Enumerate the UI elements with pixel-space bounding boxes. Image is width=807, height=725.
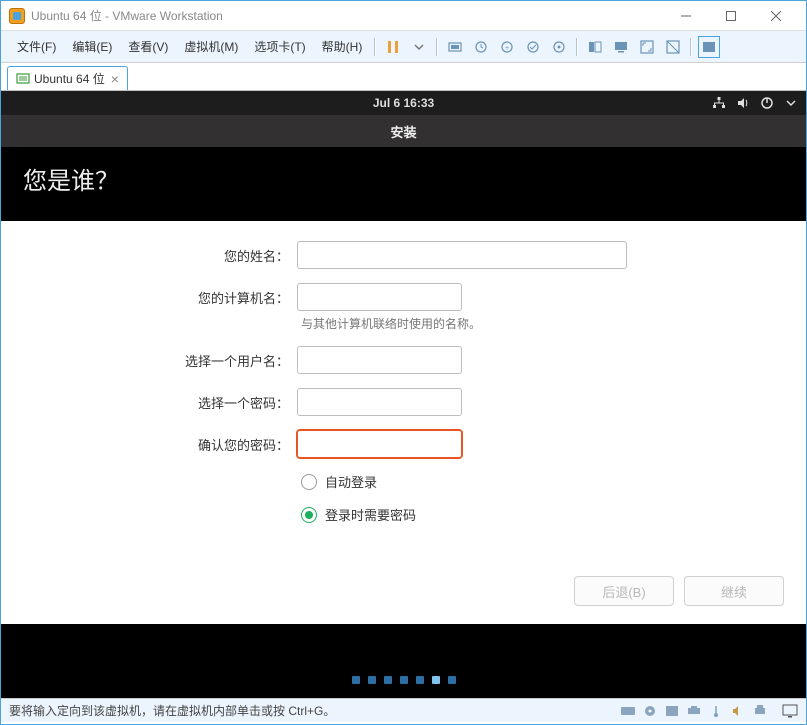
display-icon[interactable] xyxy=(782,704,798,718)
status-device-icons xyxy=(620,704,798,718)
computer-input[interactable] xyxy=(297,283,462,311)
require-password-label: 登录时需要密码 xyxy=(325,505,416,524)
progress-dot xyxy=(384,676,392,684)
menu-vm[interactable]: 虚拟机(M) xyxy=(176,34,246,59)
tab-strip: Ubuntu 64 位 × xyxy=(1,63,806,91)
vm-viewport[interactable]: Jul 6 16:33 安装 您是谁？ 您的姓名： 您的计算机名： 与其他计算机… xyxy=(1,91,806,698)
close-button[interactable] xyxy=(753,2,798,30)
sound-icon[interactable] xyxy=(730,704,746,718)
password-label: 选择一个密码： xyxy=(1,393,297,412)
row-confirm: 确认您的密码： xyxy=(1,430,806,458)
back-button[interactable]: 后退(B) xyxy=(574,576,674,606)
confirm-label: 确认您的密码： xyxy=(1,435,297,454)
view-console-icon[interactable] xyxy=(610,36,632,58)
progress-dot-current xyxy=(432,676,440,684)
system-tray[interactable] xyxy=(712,91,798,115)
name-label: 您的姓名： xyxy=(1,246,297,265)
snapshot-take-icon[interactable]: + xyxy=(496,36,518,58)
fullscreen-icon[interactable] xyxy=(636,36,658,58)
vm-tab-icon xyxy=(16,72,30,86)
auto-login-option[interactable]: 自动登录 xyxy=(301,472,806,491)
disk-icon[interactable] xyxy=(620,704,636,718)
radio-unchecked-icon[interactable] xyxy=(301,474,317,490)
progress-dot xyxy=(448,676,456,684)
vmware-app-icon xyxy=(9,8,25,24)
window-title: Ubuntu 64 位 - VMware Workstation xyxy=(31,7,663,24)
username-input[interactable] xyxy=(297,346,462,374)
status-bar: 要将输入定向到该虚拟机，请在虚拟机内部单击或按 Ctrl+G。 xyxy=(1,698,806,722)
toolbar-separator xyxy=(436,38,438,56)
row-name: 您的姓名： xyxy=(1,241,806,269)
pause-icon[interactable] xyxy=(382,36,404,58)
progress-dots xyxy=(1,676,806,684)
volume-icon[interactable] xyxy=(736,96,750,110)
menu-file[interactable]: 文件(F) xyxy=(9,34,64,59)
radio-checked-icon[interactable] xyxy=(301,507,317,523)
vm-tab[interactable]: Ubuntu 64 位 × xyxy=(7,66,128,90)
dropdown-icon[interactable] xyxy=(408,36,430,58)
send-keys-icon[interactable] xyxy=(444,36,466,58)
svg-text:+: + xyxy=(505,45,509,52)
computer-help-text: 与其他计算机联络时使用的名称。 xyxy=(301,315,806,332)
menu-help[interactable]: 帮助(H) xyxy=(314,34,371,59)
nav-buttons: 后退(B) 继续 xyxy=(574,576,784,606)
name-input[interactable] xyxy=(297,241,627,269)
status-text: 要将输入定向到该虚拟机，请在虚拟机内部单击或按 Ctrl+G。 xyxy=(9,702,335,719)
snapshot-icon[interactable] xyxy=(470,36,492,58)
row-username: 选择一个用户名： xyxy=(1,346,806,374)
require-password-option[interactable]: 登录时需要密码 xyxy=(301,505,806,524)
form-area: 您的姓名： 您的计算机名： 与其他计算机联络时使用的名称。 选择一个用户名： 选… xyxy=(1,221,806,624)
clock-text: Jul 6 16:33 xyxy=(373,96,434,110)
menu-tabs[interactable]: 选项卡(T) xyxy=(246,34,313,59)
menu-view[interactable]: 查看(V) xyxy=(120,34,176,59)
tab-close-icon[interactable]: × xyxy=(111,72,119,86)
confirm-password-input[interactable] xyxy=(297,430,462,458)
stretch-icon[interactable] xyxy=(698,36,720,58)
snapshot-manager-icon[interactable] xyxy=(548,36,570,58)
chevron-down-icon[interactable] xyxy=(784,96,798,110)
window-titlebar: Ubuntu 64 位 - VMware Workstation xyxy=(1,1,806,31)
page-heading: 您是谁？ xyxy=(23,161,119,196)
progress-dot xyxy=(352,676,360,684)
network-adapter-icon[interactable] xyxy=(686,704,702,718)
installer-header: 安装 xyxy=(1,115,806,147)
auto-login-label: 自动登录 xyxy=(325,472,377,491)
installer-title: 安装 xyxy=(390,122,416,141)
username-label: 选择一个用户名： xyxy=(1,351,297,370)
menu-edit[interactable]: 编辑(E) xyxy=(64,34,120,59)
network-icon[interactable] xyxy=(712,96,726,110)
row-computer: 您的计算机名： xyxy=(1,283,806,311)
row-password: 选择一个密码： xyxy=(1,388,806,416)
password-input[interactable] xyxy=(297,388,462,416)
progress-dot xyxy=(400,676,408,684)
ubuntu-top-bar: Jul 6 16:33 xyxy=(1,91,806,115)
toolbar-separator xyxy=(576,38,578,56)
toolbar-separator xyxy=(690,38,692,56)
maximize-button[interactable] xyxy=(708,2,753,30)
continue-button[interactable]: 继续 xyxy=(684,576,784,606)
toolbar-separator xyxy=(374,38,376,56)
snapshot-revert-icon[interactable] xyxy=(522,36,544,58)
power-icon[interactable] xyxy=(760,96,774,110)
menubar: 文件(F) 编辑(E) 查看(V) 虚拟机(M) 选项卡(T) 帮助(H) + xyxy=(1,31,806,63)
printer-icon[interactable] xyxy=(752,704,768,718)
floppy-icon[interactable] xyxy=(664,704,680,718)
computer-label: 您的计算机名： xyxy=(1,288,297,307)
vm-tab-label: Ubuntu 64 位 xyxy=(34,70,105,87)
unity-icon[interactable] xyxy=(662,36,684,58)
progress-dot xyxy=(368,676,376,684)
progress-dot xyxy=(416,676,424,684)
minimize-button[interactable] xyxy=(663,2,708,30)
cd-icon[interactable] xyxy=(642,704,658,718)
usb-icon[interactable] xyxy=(708,704,724,718)
view-single-icon[interactable] xyxy=(584,36,606,58)
